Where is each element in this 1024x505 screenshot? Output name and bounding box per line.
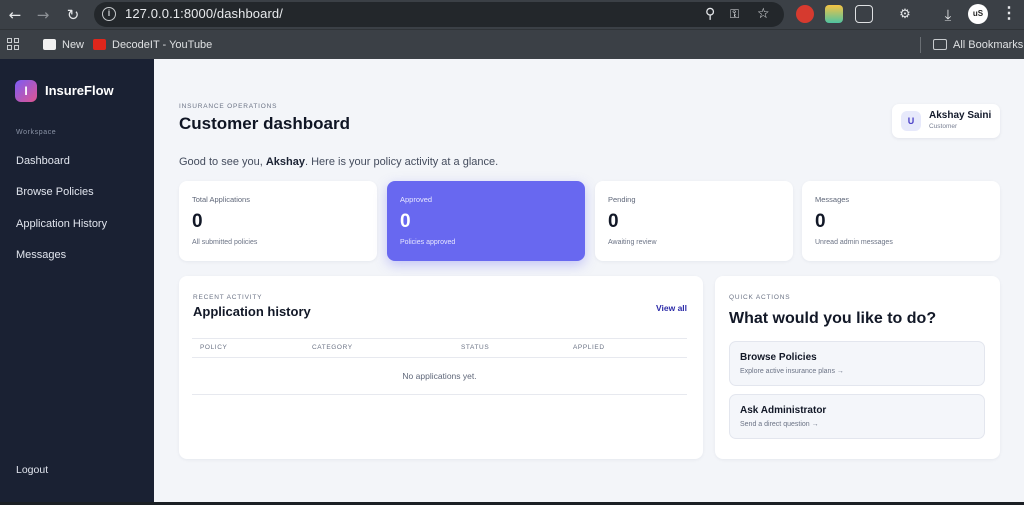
reload-icon[interactable]: ↻: [63, 5, 83, 25]
table-top-divider: [192, 338, 687, 339]
stat-value: 0: [400, 211, 411, 232]
url-text: 127.0.0.1:8000/dashboard/: [125, 6, 283, 21]
stat-card-total-applications: Total Applications 0 All submitted polic…: [179, 181, 377, 261]
column-header-status: STATUS: [461, 344, 490, 351]
all-bookmarks[interactable]: All Bookmarks: [933, 37, 1023, 53]
app-name: InsureFlow: [45, 83, 114, 98]
sidebar: I InsureFlow Workspace Dashboard Browse …: [0, 59, 154, 502]
back-icon[interactable]: ←: [5, 5, 25, 25]
quick-actions-panel: QUICK ACTIONS What would you like to do?…: [715, 276, 1000, 459]
stat-card-approved: Approved 0 Policies approved: [387, 181, 585, 261]
stat-value: 0: [192, 211, 203, 232]
download-icon[interactable]: ⤓: [938, 5, 958, 25]
column-header-category: CATEGORY: [312, 344, 353, 351]
stat-label: Messages: [815, 195, 850, 204]
key-icon[interactable]: ⚿: [730, 7, 739, 22]
stat-label: Total Applications: [192, 195, 250, 204]
stat-subtitle: Unread admin messages: [815, 239, 893, 246]
user-profile-card[interactable]: U Akshay Saini Customer: [892, 104, 1000, 138]
browser-toolbar: ← → ↻ i 127.0.0.1:8000/dashboard/ ⚲ ⚿ ☆ …: [0, 0, 1024, 29]
stat-subtitle: Awaiting review: [608, 239, 657, 246]
sidebar-section-label: Workspace: [16, 129, 57, 136]
bookmark-label: New: [62, 39, 85, 51]
action-subtitle: Send a direct question →: [740, 421, 819, 428]
bookmark-new[interactable]: New: [43, 37, 84, 53]
bookmarks-bar: New DecodeIT - YouTube All Bookmarks: [0, 29, 1024, 59]
recent-activity-panel: RECENT ACTIVITY Application history View…: [179, 276, 703, 459]
folder-icon: [933, 39, 947, 50]
bookmark-label: DecodeIT - YouTube: [112, 39, 213, 51]
sidebar-item-application-history[interactable]: Application History: [16, 218, 107, 230]
youtube-icon: [93, 39, 106, 50]
action-subtitle: Explore active insurance plans →: [740, 368, 844, 375]
extension-colorful-icon[interactable]: [825, 5, 843, 23]
extension-red-icon[interactable]: [796, 5, 814, 23]
stat-label: Approved: [400, 195, 433, 204]
extensions-puzzle-icon[interactable]: [855, 5, 873, 23]
stat-card-messages: Messages 0 Unread admin messages: [802, 181, 1000, 261]
stat-value: 0: [608, 211, 619, 232]
view-all-link[interactable]: View all: [656, 303, 687, 313]
stat-card-pending: Pending 0 Awaiting review: [595, 181, 793, 261]
header-eyebrow: INSURANCE OPERATIONS: [179, 103, 278, 110]
site-info-icon[interactable]: i: [102, 7, 116, 21]
menu-dots-icon[interactable]: ⋮: [1001, 4, 1017, 24]
user-role: Customer: [929, 123, 958, 130]
column-header-policy: POLICY: [200, 344, 228, 351]
page-title: Customer dashboard: [179, 114, 350, 133]
forward-icon[interactable]: →: [33, 5, 53, 25]
activity-title: Application history: [193, 304, 311, 319]
browse-policies-action[interactable]: Browse Policies Explore active insurance…: [729, 341, 985, 386]
quick-actions-eyebrow: QUICK ACTIONS: [729, 294, 791, 301]
ask-administrator-action[interactable]: Ask Administrator Send a direct question…: [729, 394, 985, 439]
zoom-icon[interactable]: ⚲: [705, 6, 715, 22]
quick-actions-title: What would you like to do?: [729, 310, 937, 327]
logout-link[interactable]: Logout: [16, 464, 48, 476]
greeting-text: Good to see you, Akshay. Here is your po…: [179, 156, 499, 168]
stat-value: 0: [815, 211, 826, 232]
bookmark-youtube[interactable]: DecodeIT - YouTube: [93, 37, 212, 53]
apps-grid-icon[interactable]: [7, 38, 20, 51]
column-header-applied: APPLIED: [573, 344, 605, 351]
empty-state-text: No applications yet.: [402, 371, 477, 381]
profile-avatar[interactable]: uS: [968, 4, 988, 24]
avatar: U: [901, 111, 921, 131]
stat-subtitle: All submitted policies: [192, 239, 258, 246]
bookmark-star-icon[interactable]: ☆: [757, 6, 770, 22]
table-header-divider: [192, 357, 687, 358]
sidebar-item-dashboard[interactable]: Dashboard: [16, 155, 70, 167]
stat-subtitle: Policies approved: [400, 239, 456, 246]
devtools-icon[interactable]: ⚙: [895, 5, 915, 25]
uc-favicon-icon: [43, 39, 56, 50]
bookmark-separator: [920, 37, 921, 53]
all-bookmarks-label: All Bookmarks: [953, 39, 1024, 51]
activity-eyebrow: RECENT ACTIVITY: [193, 294, 263, 301]
action-title: Browse Policies: [740, 352, 817, 363]
table-bottom-divider: [192, 394, 687, 395]
user-name: Akshay Saini: [929, 110, 992, 121]
address-bar[interactable]: i 127.0.0.1:8000/dashboard/ ⚲ ⚿ ☆: [94, 2, 784, 27]
action-title: Ask Administrator: [740, 405, 827, 416]
app-logo: I: [15, 80, 37, 102]
sidebar-item-browse-policies[interactable]: Browse Policies: [16, 186, 94, 198]
stat-label: Pending: [608, 195, 636, 204]
main-content: INSURANCE OPERATIONS Customer dashboard …: [154, 59, 1024, 502]
sidebar-item-messages[interactable]: Messages: [16, 249, 66, 261]
